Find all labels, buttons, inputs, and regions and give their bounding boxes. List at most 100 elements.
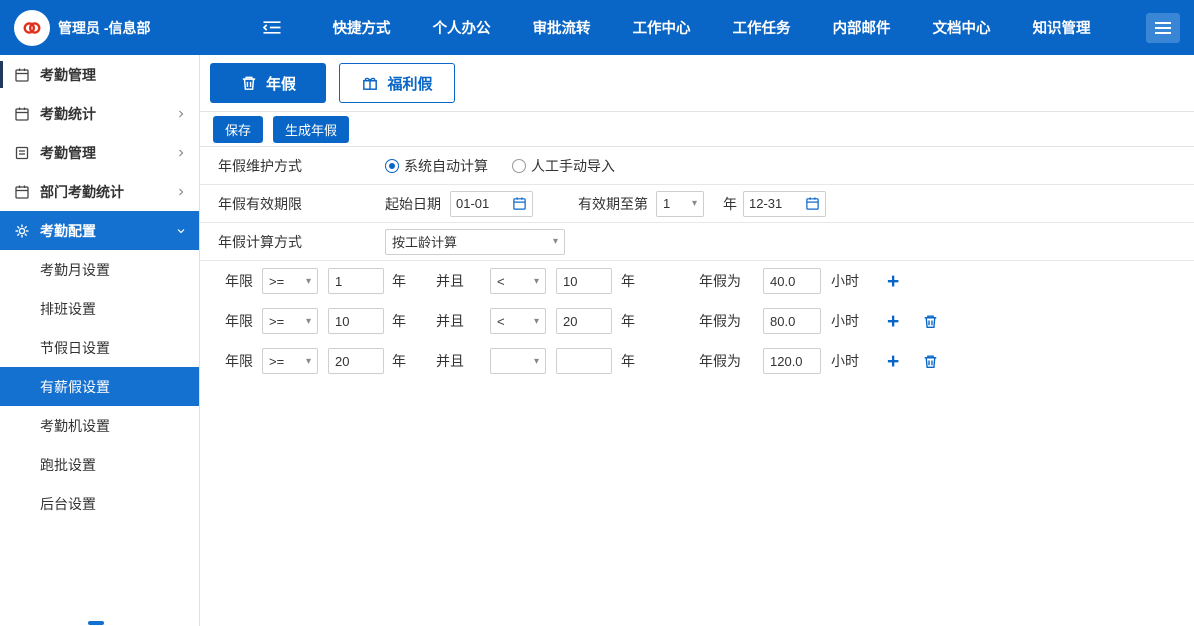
sidebar-item-attendance-mgmt[interactable]: 考勤管理 xyxy=(0,55,199,94)
sidebar-subitem-month-settings[interactable]: 考勤月设置 xyxy=(0,250,199,289)
sidebar-subitem-batch-settings[interactable]: 跑批设置 xyxy=(0,445,199,484)
chevron-right-icon xyxy=(175,186,187,198)
delete-rule-icon[interactable] xyxy=(922,313,939,330)
valid-until-year-select[interactable]: 1 ▾ xyxy=(656,191,704,217)
add-rule-icon[interactable]: + xyxy=(887,351,899,372)
start-date-input[interactable] xyxy=(456,196,512,211)
max-years-input[interactable] xyxy=(556,308,612,334)
add-rule-icon[interactable]: + xyxy=(887,311,899,332)
select-value: >= xyxy=(269,314,284,329)
leave-rule-row: 年限 >= ▾ 年 并且 ▾ 年 年假为 小时 + xyxy=(200,341,1194,381)
maintain-mode-row: 年假维护方式 系统自动计算 人工手动导入 xyxy=(200,147,1194,185)
chevron-right-icon xyxy=(175,147,187,159)
leave-rule-row: 年限 >= ▾ 年 并且 < ▾ 年 年假为 小时 + xyxy=(200,261,1194,301)
maintain-mode-label: 年假维护方式 xyxy=(218,156,385,176)
rule-label: 年限 xyxy=(225,311,255,331)
nav-approval-flow[interactable]: 审批流转 xyxy=(533,17,591,38)
main-content: 年假 福利假 保存 生成年假 年假维护方式 系统自动计算 人工手动导入 xyxy=(200,55,1194,626)
leave-rule-row: 年限 >= ▾ 年 并且 < ▾ 年 年假为 小时 + xyxy=(200,301,1194,341)
sidebar-item-dept-attendance-stats[interactable]: 部门考勤统计 xyxy=(0,172,199,211)
max-operator-select[interactable]: < ▾ xyxy=(490,268,546,294)
nav-personal-office[interactable]: 个人办公 xyxy=(433,17,491,38)
add-rule-icon[interactable]: + xyxy=(887,271,899,292)
sidebar-subitem-backend-settings[interactable]: 后台设置 xyxy=(0,484,199,523)
min-years-input[interactable] xyxy=(328,308,384,334)
min-operator-select[interactable]: >= ▾ xyxy=(262,268,318,294)
save-button[interactable]: 保存 xyxy=(213,116,263,143)
year-unit-label: 年 xyxy=(392,311,406,331)
min-operator-select[interactable]: >= ▾ xyxy=(262,308,318,334)
caret-down-icon: ▾ xyxy=(306,356,311,367)
min-years-input[interactable] xyxy=(328,268,384,294)
generate-annual-leave-button[interactable]: 生成年假 xyxy=(273,116,349,143)
start-date-field xyxy=(450,191,533,217)
caret-down-icon: ▾ xyxy=(692,198,697,209)
select-value: 按工龄计算 xyxy=(392,232,457,251)
sidebar-item-label: 考勤管理 xyxy=(40,143,96,163)
tab-label: 年假 xyxy=(266,73,296,94)
rule-label: 年限 xyxy=(225,351,255,371)
leave-amount-label: 年假为 xyxy=(699,351,741,371)
year-unit-label: 年 xyxy=(621,311,635,331)
sidebar-subitem-label: 考勤机设置 xyxy=(40,416,110,436)
collapse-menu-icon[interactable] xyxy=(261,19,283,36)
tab-welfare-leave[interactable]: 福利假 xyxy=(339,63,455,103)
caret-down-icon: ▾ xyxy=(534,356,539,367)
radio-manual-import[interactable]: 人工手动导入 xyxy=(512,156,615,176)
max-years-input[interactable] xyxy=(556,348,612,374)
calendar-icon xyxy=(14,67,30,83)
calc-method-label: 年假计算方式 xyxy=(218,232,385,252)
min-operator-select[interactable]: >= ▾ xyxy=(262,348,318,374)
validity-period-row: 年假有效期限 起始日期 有效期至第 1 ▾ 年 xyxy=(200,185,1194,223)
caret-down-icon: ▾ xyxy=(534,276,539,287)
calendar-icon xyxy=(14,184,30,200)
leave-hours-input[interactable] xyxy=(763,268,821,294)
leave-hours-input[interactable] xyxy=(763,308,821,334)
sidebar-item-attendance-config[interactable]: 考勤配置 xyxy=(0,211,199,250)
sidebar-subitem-shift-settings[interactable]: 排班设置 xyxy=(0,289,199,328)
radio-label: 系统自动计算 xyxy=(404,156,488,176)
nav-shortcuts[interactable]: 快捷方式 xyxy=(333,17,391,38)
radio-auto-calculate[interactable]: 系统自动计算 xyxy=(385,156,488,176)
year-unit-label: 年 xyxy=(392,351,406,371)
radio-unselected-icon xyxy=(512,159,526,173)
and-label: 并且 xyxy=(436,271,464,291)
max-years-input[interactable] xyxy=(556,268,612,294)
nav-knowledge-mgmt[interactable]: 知识管理 xyxy=(1033,17,1091,38)
nav-work-center[interactable]: 工作中心 xyxy=(633,17,691,38)
sidebar-subitem-label: 考勤月设置 xyxy=(40,260,110,280)
topbar-nav: 快捷方式 个人办公 审批流转 工作中心 工作任务 内部邮件 文档中心 知识管理 xyxy=(333,17,1138,38)
min-years-input[interactable] xyxy=(328,348,384,374)
max-operator-select[interactable]: < ▾ xyxy=(490,308,546,334)
year-unit-label: 年 xyxy=(392,271,406,291)
sidebar-subitem-attendance-machine-settings[interactable]: 考勤机设置 xyxy=(0,406,199,445)
nav-internal-mail[interactable]: 内部邮件 xyxy=(833,17,891,38)
nav-work-tasks[interactable]: 工作任务 xyxy=(733,17,791,38)
tab-annual-leave[interactable]: 年假 xyxy=(210,63,326,103)
and-label: 并且 xyxy=(436,311,464,331)
nav-document-center[interactable]: 文档中心 xyxy=(933,17,991,38)
end-date-input[interactable] xyxy=(749,196,805,211)
caret-down-icon: ▾ xyxy=(553,236,558,247)
sidebar-item-attendance-stats[interactable]: 考勤统计 xyxy=(0,94,199,133)
leave-hours-input[interactable] xyxy=(763,348,821,374)
start-date-label: 起始日期 xyxy=(385,194,441,214)
select-value: >= xyxy=(269,274,284,289)
hours-unit-label: 小时 xyxy=(831,271,859,291)
tab-label: 福利假 xyxy=(387,73,432,94)
select-value: >= xyxy=(269,354,284,369)
sidebar-item-attendance-mgmt-2[interactable]: 考勤管理 xyxy=(0,133,199,172)
sidebar-scrollbar-thumb[interactable] xyxy=(88,621,104,625)
calendar-icon[interactable] xyxy=(512,196,527,211)
radio-selected-icon xyxy=(385,159,399,173)
calc-method-select[interactable]: 按工龄计算 ▾ xyxy=(385,229,565,255)
delete-rule-icon[interactable] xyxy=(922,353,939,370)
chevron-right-icon xyxy=(175,108,187,120)
active-route-indicator xyxy=(0,61,3,88)
hamburger-menu-icon[interactable] xyxy=(1146,13,1180,43)
sidebar: 考勤管理 考勤统计 考勤管理 部门考勤统计 考勤配置 考勤月设置 排班设置 节假… xyxy=(0,55,200,626)
calendar-icon[interactable] xyxy=(805,196,820,211)
sidebar-subitem-paid-leave-settings[interactable]: 有薪假设置 xyxy=(0,367,199,406)
sidebar-subitem-holiday-settings[interactable]: 节假日设置 xyxy=(0,328,199,367)
max-operator-select[interactable]: ▾ xyxy=(490,348,546,374)
